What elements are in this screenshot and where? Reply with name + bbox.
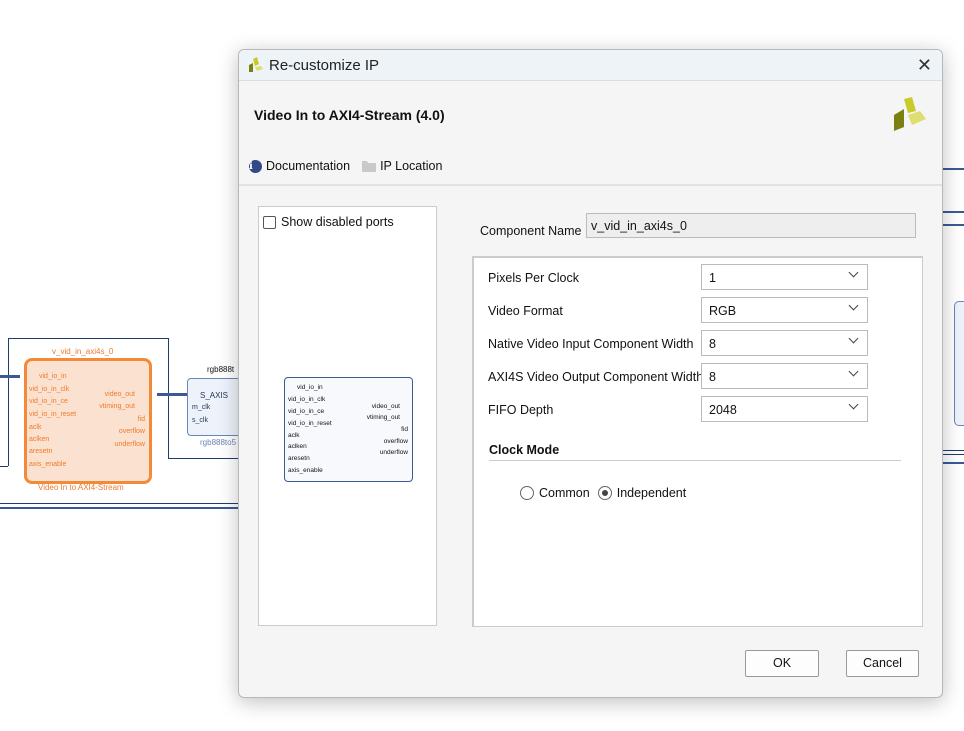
- select-value: 1: [709, 271, 716, 285]
- video-in-block[interactable]: vid_io_in vid_io_in_clk vid_io_in_ce vid…: [24, 358, 152, 484]
- chevron-down-icon: [848, 399, 859, 410]
- radio-label: Common: [539, 486, 590, 500]
- param-label: Video Format: [488, 304, 563, 318]
- xilinx-logo-icon: [894, 97, 926, 131]
- pin: aresetn: [29, 448, 53, 455]
- chevron-down-icon: [848, 366, 859, 377]
- ip-title: Video In to AXI4-Stream (4.0): [254, 107, 445, 123]
- clock-mode-heading: Clock Mode: [489, 443, 560, 457]
- pin: fid: [137, 416, 145, 423]
- symbol-pin: aclken: [288, 443, 307, 450]
- pin: vid_io_in: [39, 373, 67, 380]
- select-value: RGB: [709, 304, 737, 318]
- dialog-title: Re-customize IP: [269, 56, 380, 74]
- symbol-pin: overflow: [383, 438, 408, 445]
- pin: underflow: [114, 441, 145, 448]
- block-instance-name: v_vid_in_axi4s_0: [52, 347, 114, 356]
- cancel-button[interactable]: Cancel: [846, 650, 919, 677]
- radio-independent[interactable]: Independent: [597, 486, 687, 500]
- symbol-pin: underflow: [379, 449, 408, 456]
- right-block[interactable]: [954, 301, 964, 426]
- param-label: AXI4S Video Output Component Width: [488, 370, 704, 384]
- param-label: Native Video Input Component Width: [488, 337, 694, 351]
- checkbox-box[interactable]: [263, 215, 276, 229]
- chevron-down-icon: [848, 267, 859, 278]
- symbol-pin: vtiming_out: [366, 414, 400, 421]
- symbol-pin: video_out: [371, 403, 400, 410]
- chevron-down-icon: [848, 333, 859, 344]
- ip-location-label: IP Location: [380, 159, 443, 173]
- symbol-pin: vid_io_in_clk: [288, 396, 326, 403]
- pin: aclk: [29, 424, 42, 431]
- radio-circle[interactable]: [597, 486, 612, 500]
- pin: overflow: [118, 428, 145, 435]
- pin: m_clk: [192, 404, 211, 411]
- folder-icon: [362, 161, 377, 172]
- info-icon: i: [249, 159, 262, 173]
- pixels-per-clock-select[interactable]: 1: [701, 264, 868, 290]
- param-label: Pixels Per Clock: [488, 271, 579, 285]
- pin: video_out: [104, 391, 135, 398]
- video-format-select[interactable]: RGB: [701, 297, 868, 323]
- checkbox-label: Show disabled ports: [281, 215, 394, 229]
- symbol-pin: vid_io_in_reset: [288, 420, 332, 427]
- symbol-pin: axis_enable: [288, 467, 323, 474]
- symbol-pin: aclk: [288, 432, 300, 439]
- axi4s-width-select[interactable]: 8: [701, 363, 868, 389]
- title-bar[interactable]: Re-customize IP ✕: [239, 50, 942, 81]
- parameters-panel: Pixels Per Clock 1 Video Format RGB Nati…: [472, 256, 923, 627]
- component-name-label: Component Name: [480, 224, 582, 238]
- pin: aclken: [29, 436, 50, 443]
- component-name-field[interactable]: v_vid_in_axi4s_0: [586, 213, 916, 238]
- ip-symbol-panel: Show disabled ports vid_io_in vid_io_in_…: [258, 206, 437, 626]
- ip-location-link[interactable]: IP Location: [362, 159, 442, 173]
- symbol-pin: vid_io_in: [297, 384, 323, 391]
- recustomize-ip-dialog: Re-customize IP ✕ Video In to AXI4-Strea…: [238, 49, 943, 698]
- chevron-down-icon: [848, 300, 859, 311]
- select-value: 8: [709, 370, 716, 384]
- pin: axis_enable: [29, 461, 67, 468]
- select-value: 8: [709, 337, 716, 351]
- pin: vid_io_in_ce: [29, 398, 68, 405]
- close-icon[interactable]: ✕: [917, 55, 932, 76]
- documentation-link[interactable]: i Documentation: [249, 159, 350, 173]
- native-width-select[interactable]: 8: [701, 330, 868, 356]
- radio-common[interactable]: Common: [520, 486, 590, 500]
- pin: vid_io_in_reset: [29, 411, 77, 418]
- ok-button[interactable]: OK: [745, 650, 819, 677]
- divider: [489, 460, 901, 461]
- symbol-pin: vid_io_in_ce: [288, 408, 325, 415]
- neighbor-instance-name: rgb888t: [207, 365, 235, 374]
- symbol-pin: aresetn: [288, 455, 310, 462]
- pin: vid_io_in_clk: [29, 386, 70, 393]
- select-value: 2048: [709, 403, 737, 417]
- vivado-logo-icon: [249, 57, 263, 72]
- symbol-pin: fid: [401, 426, 408, 433]
- documentation-label: Documentation: [266, 159, 351, 173]
- fifo-depth-select[interactable]: 2048: [701, 396, 868, 422]
- neighbor-title: rgb888to5: [200, 438, 237, 447]
- dialog-header: Video In to AXI4-Stream (4.0) i Documenta…: [239, 81, 942, 186]
- radio-label: Independent: [616, 486, 687, 500]
- pin: S_AXIS: [200, 391, 229, 400]
- block-title: Video In to AXI4-Stream: [38, 483, 124, 492]
- pin: vtiming_out: [99, 403, 135, 410]
- ip-symbol: vid_io_in vid_io_in_clk vid_io_in_ce vid…: [284, 377, 413, 482]
- show-disabled-ports-checkbox[interactable]: Show disabled ports: [263, 215, 394, 229]
- pin: s_clk: [192, 417, 208, 424]
- radio-circle[interactable]: [520, 486, 534, 500]
- param-label: FIFO Depth: [488, 403, 554, 417]
